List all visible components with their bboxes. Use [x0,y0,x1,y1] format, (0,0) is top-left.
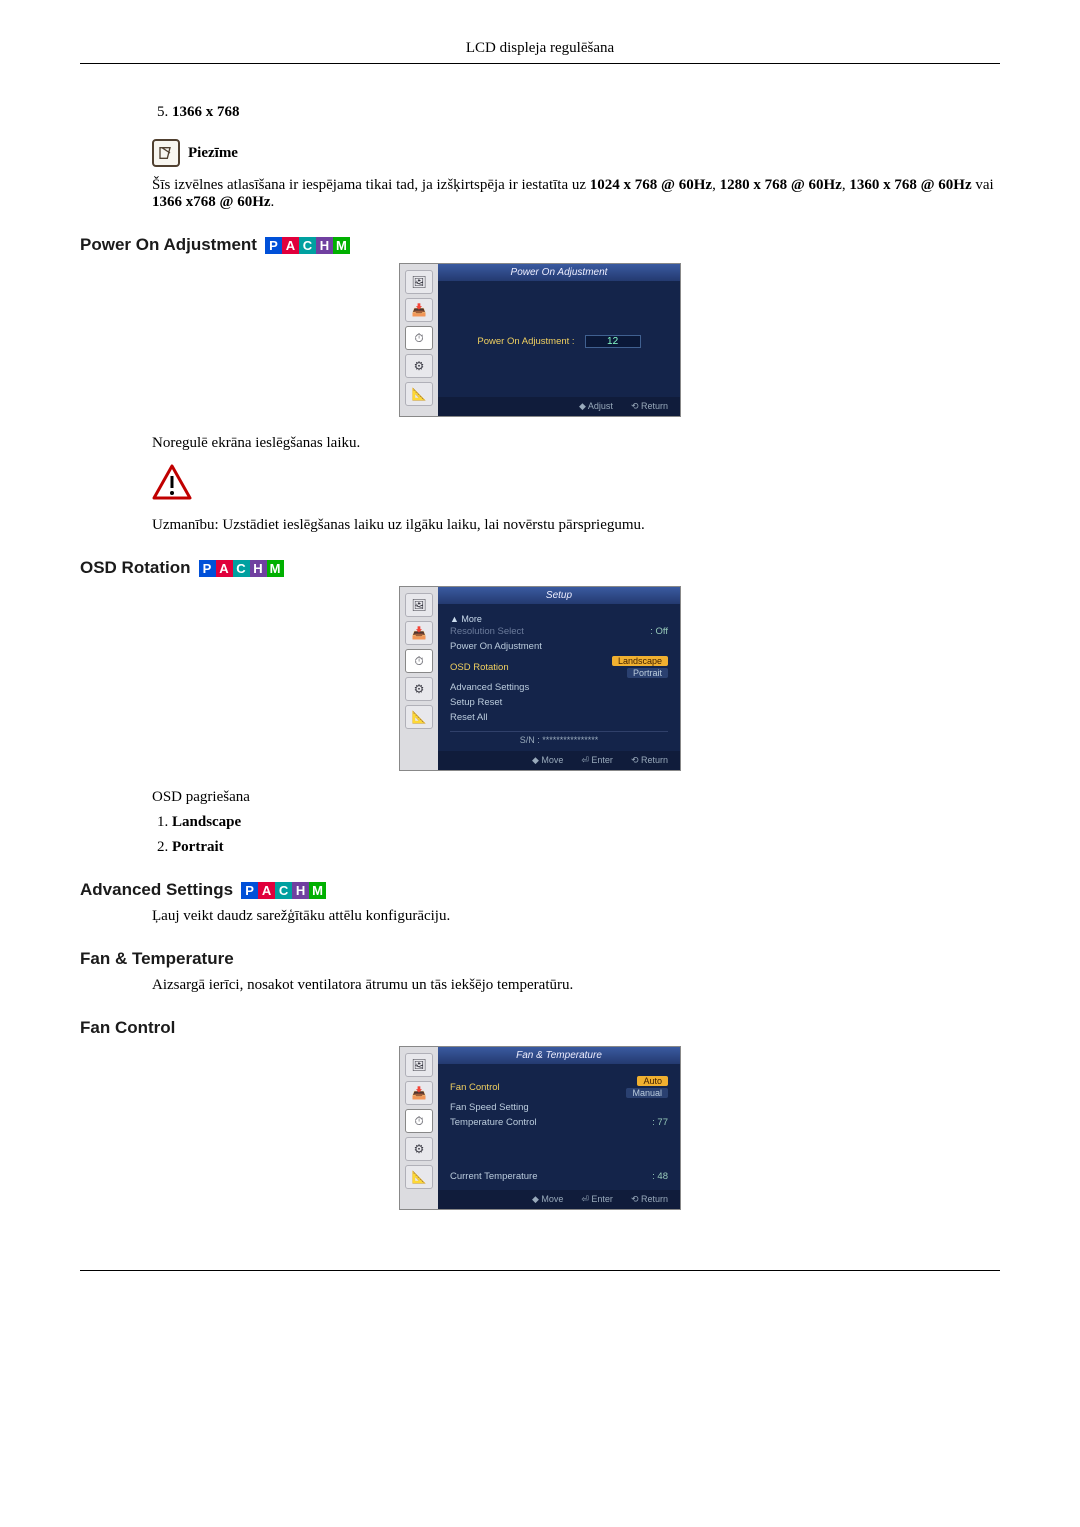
page-header: LCD displeja regulēšana [80,40,1000,64]
pachm-badge: PACHM [199,560,284,577]
osd-row-value[interactable]: 12 [585,335,641,348]
osd-rotation-desc: OSD pagriešana [152,789,1000,806]
rotation-option: Portrait [172,839,224,855]
osd-icon-mode[interactable]: 📐 [405,1165,433,1189]
osd-icon-setup[interactable]: ⚙ [405,1137,433,1161]
section-title: Fan & Temperature [80,949,234,969]
osd-sn: S/N : **************** [450,731,668,745]
section-title: OSD Rotation [80,558,191,578]
osd-icon-timer[interactable]: ⏱ [405,326,433,350]
osd-more[interactable]: ▲ More [450,614,668,624]
resolution-item: 1366 x 768 [172,104,240,120]
section-title: Fan Control [80,1018,175,1038]
osd-title: Setup [438,587,680,604]
section-title: Power On Adjustment [80,235,257,255]
osd-row-label: Power On Adjustment : [477,336,574,347]
osd-icon-setup[interactable]: ⚙ [405,677,433,701]
osd-title: Power On Adjustment [438,264,680,281]
warning-icon [152,464,1000,505]
osd-icon-input[interactable]: 📥 [405,621,433,645]
osd-icon-picture[interactable]: 🖼 [405,593,433,617]
osd-footer-return: ⟲ Return [631,755,668,766]
fan-temp-desc: Aizsargā ierīci, nosakot ventilatora ātr… [152,977,1000,994]
osd-side-icons: 🖼 📥 ⏱ ⚙ 📐 [400,264,438,416]
power-on-desc: Noregulē ekrāna ieslēgšanas laiku. [152,435,1000,452]
advanced-desc: Ļauj veikt daudz sarežģītāku attēlu konf… [152,908,1000,925]
section-power-on-adjustment: Power On Adjustment PACHM [80,235,1000,255]
section-advanced-settings: Advanced Settings PACHM [80,880,1000,900]
osd-icon-input[interactable]: 📥 [405,298,433,322]
osd-icon-timer[interactable]: ⏱ [405,649,433,673]
note-icon [152,139,180,167]
note-header: Piezīme [152,139,1000,167]
osd-fan-control: 🖼 📥 ⏱ ⚙ 📐 Fan & Temperature Fan Control … [399,1046,681,1210]
osd-icon-input[interactable]: 📥 [405,1081,433,1105]
osd-footer-return: ⟲ Return [631,1194,668,1205]
osd-icon-mode[interactable]: 📐 [405,382,433,406]
osd-footer-adjust: ◆ Adjust [579,401,613,412]
rotation-option: Landscape [172,814,241,830]
section-title: Advanced Settings [80,880,233,900]
osd-icon-picture[interactable]: 🖼 [405,1053,433,1077]
osd-power-on: 🖼 📥 ⏱ ⚙ 📐 Power On Adjustment Power On A… [399,263,681,417]
note-text: Šīs izvēlnes atlasīšana ir iespējama tik… [152,177,1000,211]
osd-icon-timer[interactable]: ⏱ [405,1109,433,1133]
osd-footer-return: ⟲ Return [631,401,668,412]
osd-icon-picture[interactable]: 🖼 [405,270,433,294]
resolution-continuation: 1366 x 768 Piezīme Šīs izvēlnes atlasīša… [152,104,1000,211]
power-on-warning: Uzmanību: Uzstādiet ieslēgšanas laiku uz… [152,517,1000,534]
note-label: Piezīme [188,145,238,162]
section-osd-rotation: OSD Rotation PACHM [80,558,1000,578]
osd-title: Fan & Temperature [438,1047,680,1064]
osd-footer-enter: ⏎ Enter [581,1194,613,1205]
osd-footer-enter: ⏎ Enter [581,755,613,766]
pachm-badge: PACHM [265,237,350,254]
page-footer-rule [80,1270,1000,1271]
osd-rotation-panel: 🖼 📥 ⏱ ⚙ 📐 Setup ▲ More Resolution Select… [399,586,681,771]
osd-side-icons: 🖼 📥 ⏱ ⚙ 📐 [400,1047,438,1209]
pachm-badge: PACHM [241,882,326,899]
osd-footer-move: ◆ Move [532,1194,563,1205]
osd-icon-setup[interactable]: ⚙ [405,354,433,378]
section-fan-control: Fan Control [80,1018,1000,1038]
osd-icon-mode[interactable]: 📐 [405,705,433,729]
osd-footer-move: ◆ Move [532,755,563,766]
section-fan-temperature: Fan & Temperature [80,949,1000,969]
osd-side-icons: 🖼 📥 ⏱ ⚙ 📐 [400,587,438,770]
